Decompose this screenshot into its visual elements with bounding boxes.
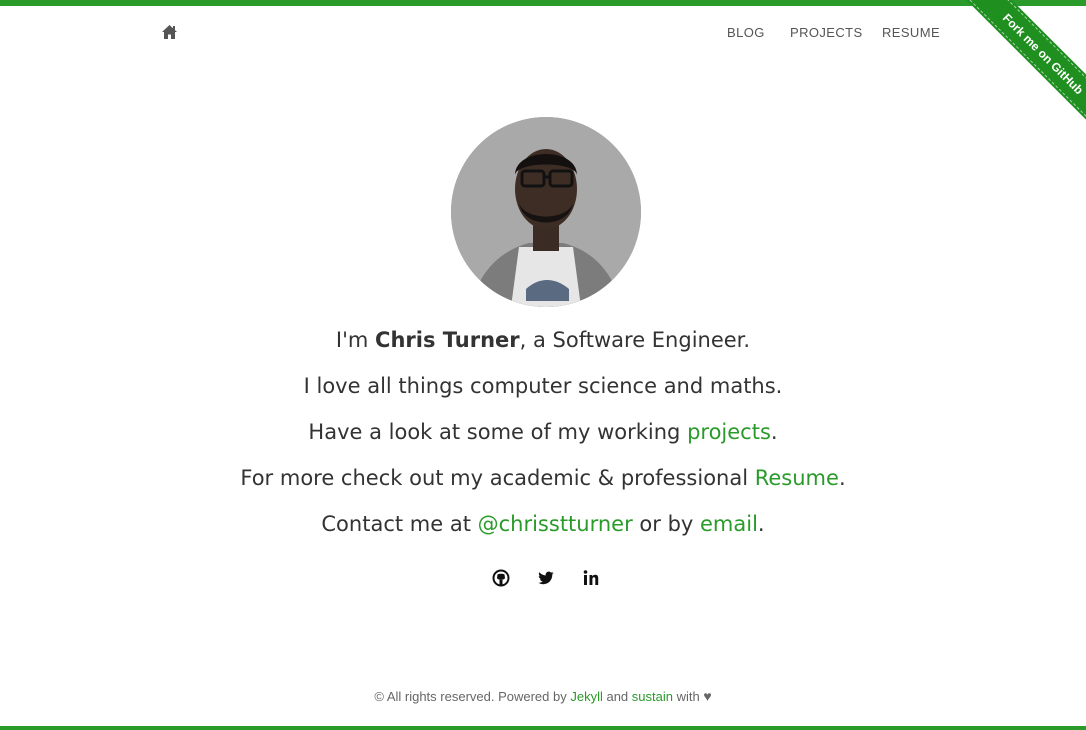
footer: © All rights reserved. Powered by Jekyll… bbox=[0, 688, 1086, 704]
nav-projects-link[interactable]: PROJECTS bbox=[790, 25, 863, 40]
bio-contact-prefix: Contact me at bbox=[321, 512, 478, 536]
bio-resume-suffix: . bbox=[838, 466, 846, 490]
bio-intro-suffix: , a Software Engineer. bbox=[519, 328, 751, 352]
bio-intro-prefix: I'm bbox=[335, 328, 376, 352]
bio-resume-prefix: For more check out my academic & profess… bbox=[240, 466, 755, 490]
twitter-icon bbox=[538, 571, 554, 585]
github-ribbon-container: Fork me on GitHub bbox=[946, 0, 1086, 140]
social-links bbox=[0, 568, 1086, 590]
twitter-link[interactable] bbox=[536, 568, 556, 588]
linkedin-icon bbox=[583, 570, 599, 585]
projects-link[interactable]: projects bbox=[687, 420, 771, 444]
profile-photo bbox=[451, 117, 641, 307]
bio-intro-line: I'm Chris Turner, a Software Engineer. bbox=[0, 320, 1086, 366]
heart-icon: ♥ bbox=[703, 688, 712, 704]
github-link[interactable] bbox=[491, 568, 511, 588]
bio-resume-line: For more check out my academic & profess… bbox=[0, 458, 1086, 504]
avatar bbox=[451, 117, 641, 307]
home-link[interactable] bbox=[161, 24, 178, 40]
bio-projects-prefix: Have a look at some of my working bbox=[308, 420, 688, 444]
home-icon bbox=[162, 25, 177, 39]
top-accent-bar bbox=[0, 0, 1086, 6]
bio-section: I'm Chris Turner, a Software Engineer. I… bbox=[0, 320, 1086, 550]
bio-name: Chris Turner bbox=[375, 328, 520, 352]
bio-contact-suffix: . bbox=[757, 512, 765, 536]
bio-contact-line: Contact me at @chrisstturner or by email… bbox=[0, 504, 1086, 550]
linkedin-link[interactable] bbox=[581, 568, 601, 588]
footer-copyright-text: © All rights reserved. Powered by bbox=[374, 689, 571, 704]
footer-with-text: with bbox=[672, 689, 704, 704]
nav-blog-link[interactable]: BLOG bbox=[727, 25, 765, 40]
jekyll-link[interactable]: Jekyll bbox=[570, 689, 603, 704]
resume-link[interactable]: Resume bbox=[755, 466, 839, 490]
footer-and-text: and bbox=[602, 689, 632, 704]
github-icon bbox=[492, 569, 510, 587]
twitter-handle-link[interactable]: @chrisstturner bbox=[478, 512, 633, 536]
bio-projects-line: Have a look at some of my working projec… bbox=[0, 412, 1086, 458]
sustain-link[interactable]: sustain bbox=[632, 689, 673, 704]
bio-contact-middle: or by bbox=[632, 512, 700, 536]
nav-resume-link[interactable]: RESUME bbox=[882, 25, 940, 40]
bio-interests-line: I love all things computer science and m… bbox=[303, 374, 783, 398]
fork-me-github-ribbon[interactable]: Fork me on GitHub bbox=[958, 0, 1086, 139]
email-link[interactable]: email bbox=[700, 512, 758, 536]
bottom-accent-bar bbox=[0, 726, 1086, 730]
bio-projects-suffix: . bbox=[770, 420, 778, 444]
